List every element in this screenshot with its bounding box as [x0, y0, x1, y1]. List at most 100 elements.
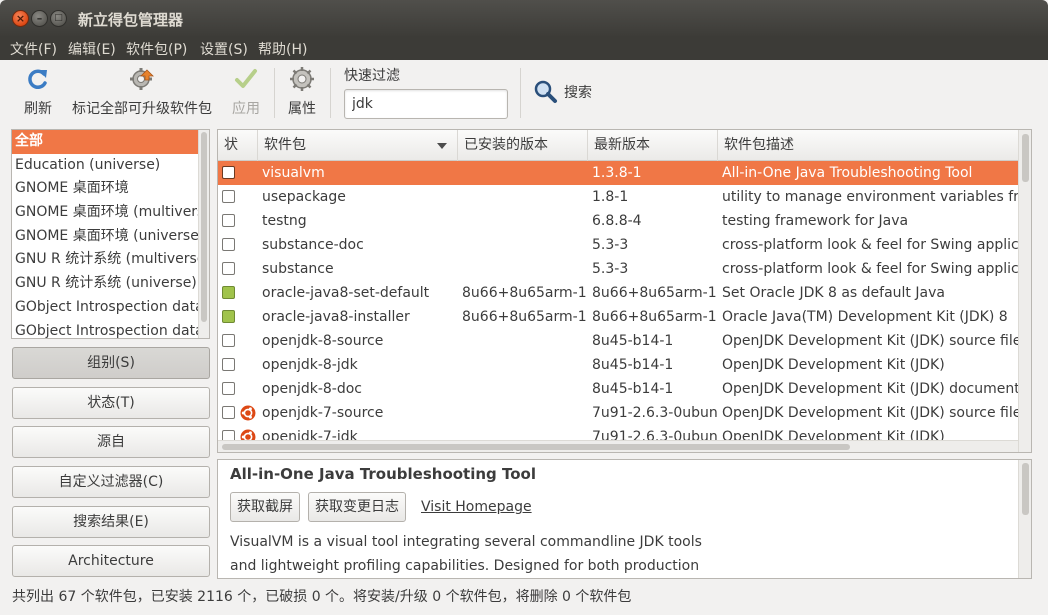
category-item[interactable]: GObject Introspection data — [12, 320, 209, 339]
table-row[interactable]: testng 6.8.8-4 testing framework for Java — [218, 209, 1018, 233]
category-item[interactable]: GNU R 统计系统 (universe) — [12, 272, 209, 296]
column-description[interactable]: 软件包描述 — [718, 130, 1018, 161]
category-item[interactable]: GNOME 桌面环境 (multiverse) — [12, 201, 209, 225]
menu-file[interactable]: 文件(F) — [10, 39, 57, 59]
maximize-icon: □ — [54, 13, 63, 23]
cell-name: openjdk-7-source — [262, 405, 384, 421]
cell-name: substance — [262, 261, 334, 277]
properties-button[interactable]: 属性 — [282, 60, 322, 126]
cell-latest: 1.3.8-1 — [592, 165, 642, 181]
table-row[interactable]: visualvm 1.3.8-1 All-in-One Java Troublesh… — [218, 161, 1018, 185]
column-installed-version[interactable]: 已安装的版本 — [458, 130, 588, 161]
get-changelog-button[interactable]: 获取变更日志 — [308, 492, 406, 522]
table-vertical-scrollbar[interactable] — [1018, 130, 1031, 452]
refresh-button[interactable]: 刷新 — [14, 60, 62, 126]
toolbar: 刷新 标记全部可升级软件包 应用 属性 快速过滤 jdk 搜索 — [0, 60, 1048, 126]
cell-desc: cross-platform look & feel for Swing app… — [722, 261, 1018, 277]
scrollbar-thumb[interactable] — [1022, 463, 1029, 515]
detail-scrollbar[interactable] — [1018, 460, 1031, 578]
status-checkbox[interactable] — [222, 190, 235, 203]
description-line: and lightweight profiling capabilities. … — [230, 558, 700, 574]
status-checkbox[interactable] — [222, 238, 235, 251]
detail-description: VisualVM is a visual tool integrating se… — [230, 530, 702, 578]
status-checkbox[interactable] — [222, 310, 235, 323]
table-row[interactable]: openjdk-8-source 8u45-b14-1 OpenJDK Develo… — [218, 329, 1018, 353]
cell-latest: 8u45-b14-1 — [592, 357, 674, 373]
toolbar-separator — [330, 68, 331, 118]
cell-desc: OpenJDK Development Kit (JDK) — [722, 357, 945, 373]
table-body: visualvm 1.3.8-1 All-in-One Java Troublesh… — [218, 161, 1018, 441]
scrollbar-thumb[interactable] — [222, 444, 850, 450]
status-checkbox[interactable] — [222, 382, 235, 395]
maximize-window-button[interactable]: □ — [50, 10, 67, 27]
cell-latest: 5.3-3 — [592, 237, 629, 253]
menu-package[interactable]: 软件包(P) — [126, 39, 187, 59]
column-latest-version[interactable]: 最新版本 — [588, 130, 718, 161]
category-item-all[interactable]: 全部 — [12, 130, 209, 154]
status-checkbox[interactable] — [222, 334, 235, 347]
table-row[interactable]: openjdk-7-source 7u91-2.6.3-0ubuntu0.15.1… — [218, 401, 1018, 425]
architecture-button[interactable]: Architecture — [12, 545, 210, 577]
category-scrollbar[interactable] — [198, 130, 209, 338]
category-list[interactable]: 全部 Education (universe) GNOME 桌面环境 GNOME… — [11, 129, 210, 339]
cell-latest: 8u45-b14-1 — [592, 381, 674, 397]
cell-name: openjdk-8-source — [262, 333, 384, 349]
status-checkbox[interactable] — [222, 406, 235, 419]
description-line: VisualVM is a visual tool integrating se… — [230, 534, 702, 550]
table-row[interactable]: substance-doc 5.3-3 cross-platform look & … — [218, 233, 1018, 257]
cell-desc: Set Oracle JDK 8 as default Java — [722, 285, 945, 301]
scrollbar-thumb[interactable] — [201, 132, 207, 322]
quick-filter-input[interactable] — [344, 89, 508, 119]
table-row[interactable]: openjdk-8-doc 8u45-b14-1 OpenJDK Developme… — [218, 377, 1018, 401]
cell-installed: 8u66+8u65arm-1~webupd8~1 — [462, 285, 588, 301]
table-row[interactable]: substance 5.3-3 cross-platform look & feel… — [218, 257, 1018, 281]
category-item[interactable]: GNOME 桌面环境 (universe) — [12, 225, 209, 249]
menu-settings[interactable]: 设置(S) — [200, 39, 248, 59]
status-filter-button[interactable]: 状态(T) — [12, 387, 210, 419]
status-checkbox[interactable] — [222, 262, 235, 275]
cell-installed — [462, 377, 588, 401]
cell-name: substance-doc — [262, 237, 364, 253]
column-status[interactable]: 状 — [218, 130, 258, 161]
get-screenshot-button[interactable]: 获取截屏 — [230, 492, 300, 522]
table-row[interactable]: oracle-java8-installer 8u66+8u65arm-1~web… — [218, 305, 1018, 329]
package-detail-panel: All-in-One Java Troubleshooting Tool 获取截… — [217, 459, 1032, 579]
category-item[interactable]: Education (universe) — [12, 154, 209, 178]
cell-latest: 7u91-2.6.3-0ubuntu0.15.10.1 — [592, 429, 718, 441]
custom-filter-button[interactable]: 自定义过滤器(C) — [12, 466, 210, 498]
category-item[interactable]: GNOME 桌面环境 — [12, 177, 209, 201]
menu-help[interactable]: 帮助(H) — [258, 39, 307, 59]
table-row[interactable]: openjdk-8-jdk 8u45-b14-1 OpenJDK Developme… — [218, 353, 1018, 377]
cell-latest: 7u91-2.6.3-0ubuntu0.15.10.1 — [592, 405, 718, 421]
table-horizontal-scrollbar[interactable] — [218, 440, 1018, 452]
table-header: 状 软件包 已安装的版本 最新版本 软件包描述 — [218, 130, 1018, 161]
refresh-icon — [28, 69, 47, 89]
cell-installed — [462, 257, 588, 281]
column-package[interactable]: 软件包 — [258, 130, 458, 161]
status-checkbox[interactable] — [222, 358, 235, 371]
scrollbar-thumb[interactable] — [1022, 134, 1029, 182]
cell-installed — [462, 209, 588, 233]
category-item[interactable]: GObject Introspection data — [12, 296, 209, 320]
status-checkbox[interactable] — [222, 214, 235, 227]
cell-installed — [462, 233, 588, 257]
menu-edit[interactable]: 编辑(E) — [68, 39, 116, 59]
origin-filter-button[interactable]: 源自 — [12, 426, 210, 458]
cell-installed: 8u66+8u65arm-1~webupd8~1 — [462, 309, 588, 325]
category-item[interactable]: GNU R 统计系统 (multiverse) — [12, 248, 209, 272]
table-row[interactable]: openjdk-7-jdk 7u91-2.6.3-0ubuntu0.15.10.1… — [218, 425, 1018, 441]
search-results-button[interactable]: 搜索结果(E) — [12, 506, 210, 538]
table-row[interactable]: oracle-java8-set-default 8u66+8u65arm-1~w… — [218, 281, 1018, 305]
table-row[interactable]: usepackage 1.8-1 utility to manage environ… — [218, 185, 1018, 209]
status-checkbox[interactable] — [222, 166, 235, 179]
apply-button[interactable]: 应用 — [226, 60, 266, 126]
close-window-button[interactable]: × — [12, 10, 29, 27]
status-checkbox[interactable] — [222, 286, 235, 299]
apply-label: 应用 — [232, 101, 260, 117]
search-label: 搜索 — [564, 85, 592, 101]
group-filter-button[interactable]: 组别(S) — [12, 347, 210, 379]
mark-all-upgrades-button[interactable]: 标记全部可升级软件包 — [64, 60, 220, 126]
cell-desc: All-in-One Java Troubleshooting Tool — [722, 165, 973, 181]
visit-homepage-link[interactable]: Visit Homepage — [421, 499, 532, 515]
minimize-window-button[interactable]: – — [31, 10, 48, 27]
